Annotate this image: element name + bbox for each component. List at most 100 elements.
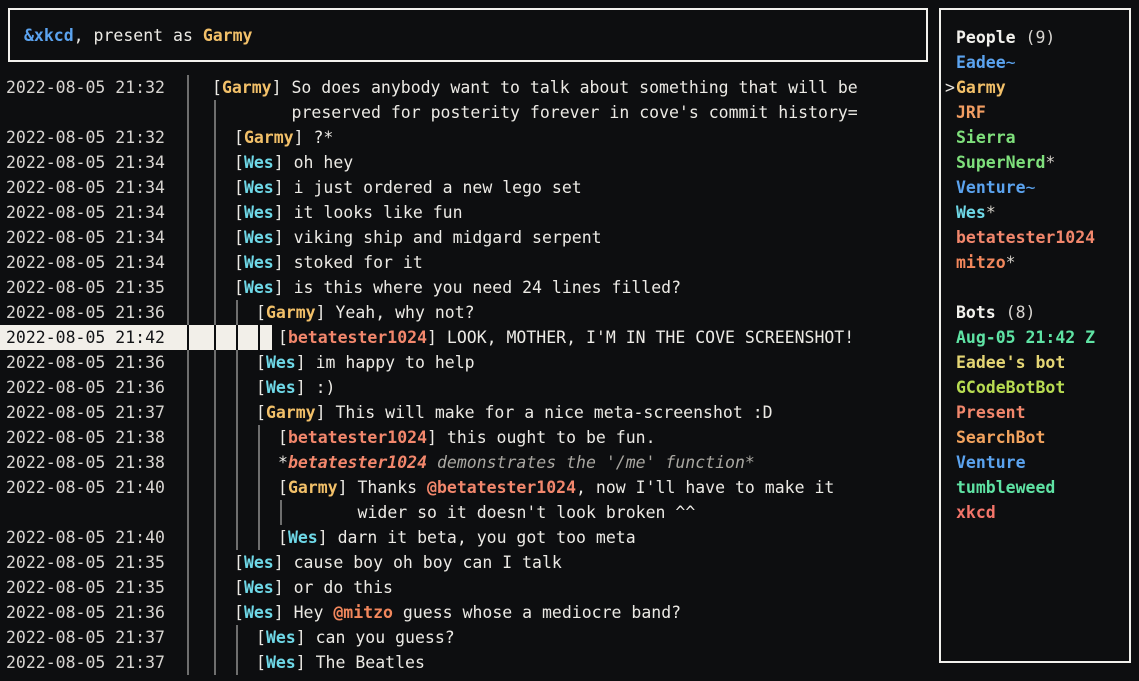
chat-row[interactable]: 2022-08-05 21:35[Wes] cause boy oh boy c…	[0, 550, 936, 575]
bot-item-xkcd[interactable]: xkcd	[941, 500, 1129, 525]
bot-item-tumbleweed[interactable]: tumbleweed	[941, 475, 1129, 500]
thread-indent-line	[214, 500, 216, 525]
thread-indent-line	[214, 200, 216, 225]
member-item-eadee[interactable]: Eadee~	[941, 50, 1129, 75]
chat-row[interactable]: 2022-08-05 21:37[Wes] can you guess?	[0, 625, 936, 650]
bot-item-present[interactable]: Present	[941, 400, 1129, 425]
chat-row[interactable]: 2022-08-05 21:36[Wes] :)	[0, 375, 936, 400]
chat-message: [Wes] it looks like fun	[234, 200, 463, 225]
chat-message: [Wes] :)	[256, 375, 336, 400]
chat-row[interactable]: 2022-08-05 21:37[Garmy] This will make f…	[0, 400, 936, 425]
thread-indent-line	[214, 275, 216, 300]
timestamp: 2022-08-05 21:37	[6, 650, 165, 675]
member-name: Garmy	[956, 78, 1006, 97]
chat-row[interactable]: 2022-08-05 21:35[Wes] or do this	[0, 575, 936, 600]
chat-row[interactable]: 2022-08-05 21:36[Wes] Hey @mitzo guess w…	[0, 600, 936, 625]
chat-row[interactable]: 2022-08-05 21:34[Wes] i just ordered a n…	[0, 175, 936, 200]
member-name: GCodeBotBot	[956, 378, 1065, 397]
message-text: viking ship and midgard serpent	[294, 228, 602, 247]
member-item-sierra[interactable]: Sierra	[941, 125, 1129, 150]
thread-indent-line	[214, 650, 216, 675]
column-divider-line	[187, 575, 189, 600]
thread-indent-line	[214, 300, 216, 325]
chat-message: [betatester1024] this ought to be fun.	[278, 425, 656, 450]
chat-row[interactable]: preserved for posterity forever in cove'…	[0, 100, 936, 125]
member-item-wes[interactable]: Wes*	[941, 200, 1129, 225]
chat-row[interactable]: 2022-08-05 21:40[Garmy] Thanks @betatest…	[0, 475, 936, 500]
message-nick: Wes	[244, 253, 274, 272]
thread-indent-line	[214, 175, 216, 200]
chat-row-selected[interactable]: 2022-08-05 21:42[betatester1024] LOOK, M…	[0, 325, 936, 350]
column-divider-line	[187, 375, 189, 400]
column-divider-line	[187, 250, 189, 275]
thread-indent-line	[236, 450, 238, 475]
chat-row[interactable]: 2022-08-05 21:36[Garmy] Yeah, why not?	[0, 300, 936, 325]
chat-row[interactable]: 2022-08-05 21:38[betatester1024] this ou…	[0, 425, 936, 450]
thread-indent-line	[214, 400, 216, 425]
member-item-betatester1024[interactable]: betatester1024	[941, 225, 1129, 250]
thread-indent-line	[214, 125, 216, 150]
column-divider-line	[187, 450, 189, 475]
column-divider-line	[187, 300, 189, 325]
chat-message: [Wes] cause boy oh boy can I talk	[234, 550, 562, 575]
sidebar-spacer	[941, 275, 1129, 300]
column-divider-line	[187, 550, 189, 575]
chat-row[interactable]: 2022-08-05 21:32[Garmy] So does anybody …	[0, 75, 936, 100]
thread-indent-line	[236, 350, 238, 375]
chat-row[interactable]: 2022-08-05 21:34[Wes] viking ship and mi…	[0, 225, 936, 250]
message-nick: Wes	[244, 178, 274, 197]
thread-indent-line	[236, 625, 238, 650]
timestamp: 2022-08-05 21:34	[6, 200, 165, 225]
chat-message: [Wes] viking ship and midgard serpent	[234, 225, 602, 250]
chat-row[interactable]: 2022-08-05 21:34 [Wes] it looks like fun	[0, 200, 936, 225]
member-name: Venture	[956, 453, 1026, 472]
bot-item-eadee-s-bot[interactable]: Eadee's bot	[941, 350, 1129, 375]
bot-item-searchbot[interactable]: SearchBot	[941, 425, 1129, 450]
message-nick: Wes	[288, 528, 318, 547]
member-item-venture[interactable]: Venture~	[941, 175, 1129, 200]
chat-message: [Wes] oh hey	[234, 150, 353, 175]
section-label: Bots	[956, 303, 996, 322]
member-name: SuperNerd	[956, 153, 1045, 172]
bot-item-gcodebotbot[interactable]: GCodeBotBot	[941, 375, 1129, 400]
bot-item-venture[interactable]: Venture	[941, 450, 1129, 475]
chat-row[interactable]: 2022-08-05 21:37[Wes] The Beatles	[0, 650, 936, 675]
message-text: demonstrates the '/me' function*	[427, 453, 755, 472]
message-text: :)	[316, 378, 336, 397]
column-divider-line	[187, 275, 189, 300]
member-name: Venture	[956, 178, 1026, 197]
chat-row[interactable]: 2022-08-05 21:36[Wes] im happy to help	[0, 350, 936, 375]
chat-row[interactable]: 2022-08-05 21:35[Wes] is this where you …	[0, 275, 936, 300]
chat-message: [Wes] darn it beta, you got too meta	[278, 525, 636, 550]
thread-indent-line	[236, 425, 238, 450]
bot-item-aug-05-21-42-z[interactable]: Aug-05 21:42 Z	[941, 325, 1129, 350]
member-name: mitzo	[956, 253, 1006, 272]
chat-message: [Garmy] This will make for a nice meta-s…	[256, 400, 773, 425]
channel-header-separator: , present as	[74, 26, 203, 45]
thread-indent-line	[214, 475, 216, 500]
member-item-jrf[interactable]: JRF	[941, 100, 1129, 125]
chat-row[interactable]: wider so it doesn't look broken ^^	[0, 500, 936, 525]
thread-indent-line	[214, 150, 216, 175]
thread-indent-line	[214, 550, 216, 575]
chat-message: [Wes] im happy to help	[256, 350, 475, 375]
thread-indent-line	[236, 325, 238, 350]
thread-indent-line	[258, 425, 260, 450]
chat-row[interactable]: 2022-08-05 21:38*betatester1024 demonstr…	[0, 450, 936, 475]
thread-indent-line	[236, 475, 238, 500]
message-nick: betatester1024	[288, 428, 427, 447]
message-text: im happy to help	[316, 353, 475, 372]
chat-row[interactable]: 2022-08-05 21:40[Wes] darn it beta, you …	[0, 525, 936, 550]
thread-indent-line	[214, 250, 216, 275]
chat-row[interactable]: 2022-08-05 21:34[Wes] stoked for it	[0, 250, 936, 275]
member-item-garmy[interactable]: >Garmy	[941, 75, 1129, 100]
message-nick: Wes	[266, 628, 296, 647]
member-item-supernerd[interactable]: SuperNerd*	[941, 150, 1129, 175]
section-count: (9)	[1016, 28, 1056, 47]
chat-row[interactable]: 2022-08-05 21:32[Garmy] ?*	[0, 125, 936, 150]
thread-indent-line	[214, 525, 216, 550]
member-item-mitzo[interactable]: mitzo*	[941, 250, 1129, 275]
message-text: or do this	[294, 578, 393, 597]
timestamp: 2022-08-05 21:32	[6, 125, 165, 150]
chat-row[interactable]: 2022-08-05 21:34[Wes] oh hey	[0, 150, 936, 175]
